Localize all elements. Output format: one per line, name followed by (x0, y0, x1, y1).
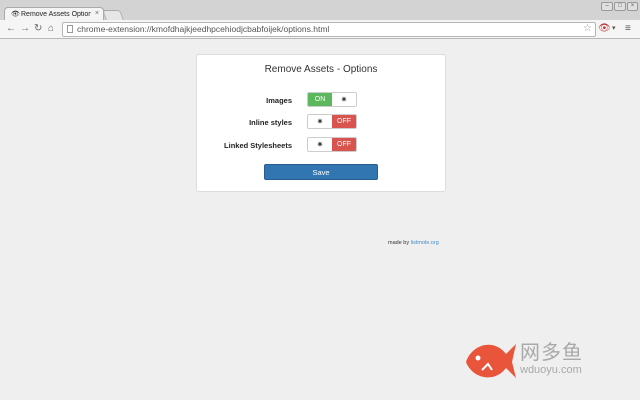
row-label-inline-styles: Inline styles (249, 118, 292, 127)
gear-icon[interactable]: ✷ (308, 115, 332, 128)
inline-styles-toggle[interactable]: ✷ OFF (307, 114, 357, 129)
chevron-down-icon[interactable]: ▾ (612, 23, 616, 35)
fish-logo-icon (466, 344, 516, 378)
tab-title: Remove Assets Options (21, 11, 91, 18)
watermark: 网多鱼 wduoyu.com (462, 332, 632, 388)
browser-chrome: 👁 Remove Assets Options × – □ × ← → ↻ ⌂ … (0, 0, 640, 39)
close-window-button[interactable]: × (627, 2, 638, 11)
star-icon[interactable]: ☆ (583, 23, 592, 35)
browser-tab[interactable]: 👁 Remove Assets Options × (4, 7, 104, 21)
address-bar[interactable]: chrome-extension://kmofdhajkjeedhpcehiod… (62, 22, 596, 37)
home-icon[interactable]: ⌂ (48, 23, 54, 35)
forward-icon[interactable]: → (20, 23, 30, 35)
minimize-button[interactable]: – (601, 2, 613, 11)
on-label[interactable]: ON (308, 93, 332, 106)
gear-icon[interactable]: ✷ (308, 138, 332, 151)
page-title: Remove Assets - Options (264, 64, 378, 75)
tab-close-icon[interactable]: × (95, 10, 99, 18)
new-tab-button[interactable] (102, 10, 124, 20)
url-text: chrome-extension://kmofdhajkjeedhpcehiod… (77, 24, 330, 34)
tab-strip: 👁 Remove Assets Options × – □ × (0, 0, 640, 21)
site-link[interactable]: listmole.org (411, 240, 439, 246)
off-label[interactable]: OFF (332, 115, 356, 128)
made-by-footer: made by listmole.org (388, 240, 439, 246)
maximize-button[interactable]: □ (614, 2, 626, 11)
page-icon (67, 25, 73, 33)
eye-icon: 👁 (11, 11, 20, 18)
back-icon[interactable]: ← (6, 23, 16, 35)
toolbar: ← → ↻ ⌂ chrome-extension://kmofdhajkjeed… (0, 20, 640, 38)
options-panel: Remove Assets - Options Images ON ✷ Inli… (196, 54, 446, 192)
reload-icon[interactable]: ↻ (34, 23, 42, 35)
row-label-images: Images (266, 96, 292, 105)
watermark-en: wduoyu.com (520, 364, 582, 376)
made-by-text: made by (388, 240, 410, 246)
linked-stylesheets-toggle[interactable]: ✷ OFF (307, 137, 357, 152)
extension-eye-icon[interactable]: 👁 (598, 23, 611, 35)
menu-icon[interactable]: ≡ (625, 23, 631, 35)
watermark-cn: 网多鱼 (520, 342, 583, 364)
save-button[interactable]: Save (264, 164, 378, 180)
images-toggle[interactable]: ON ✷ (307, 92, 357, 107)
gear-icon[interactable]: ✷ (332, 93, 356, 106)
off-label[interactable]: OFF (332, 138, 356, 151)
row-label-linked-stylesheets: Linked Stylesheets (224, 141, 292, 150)
